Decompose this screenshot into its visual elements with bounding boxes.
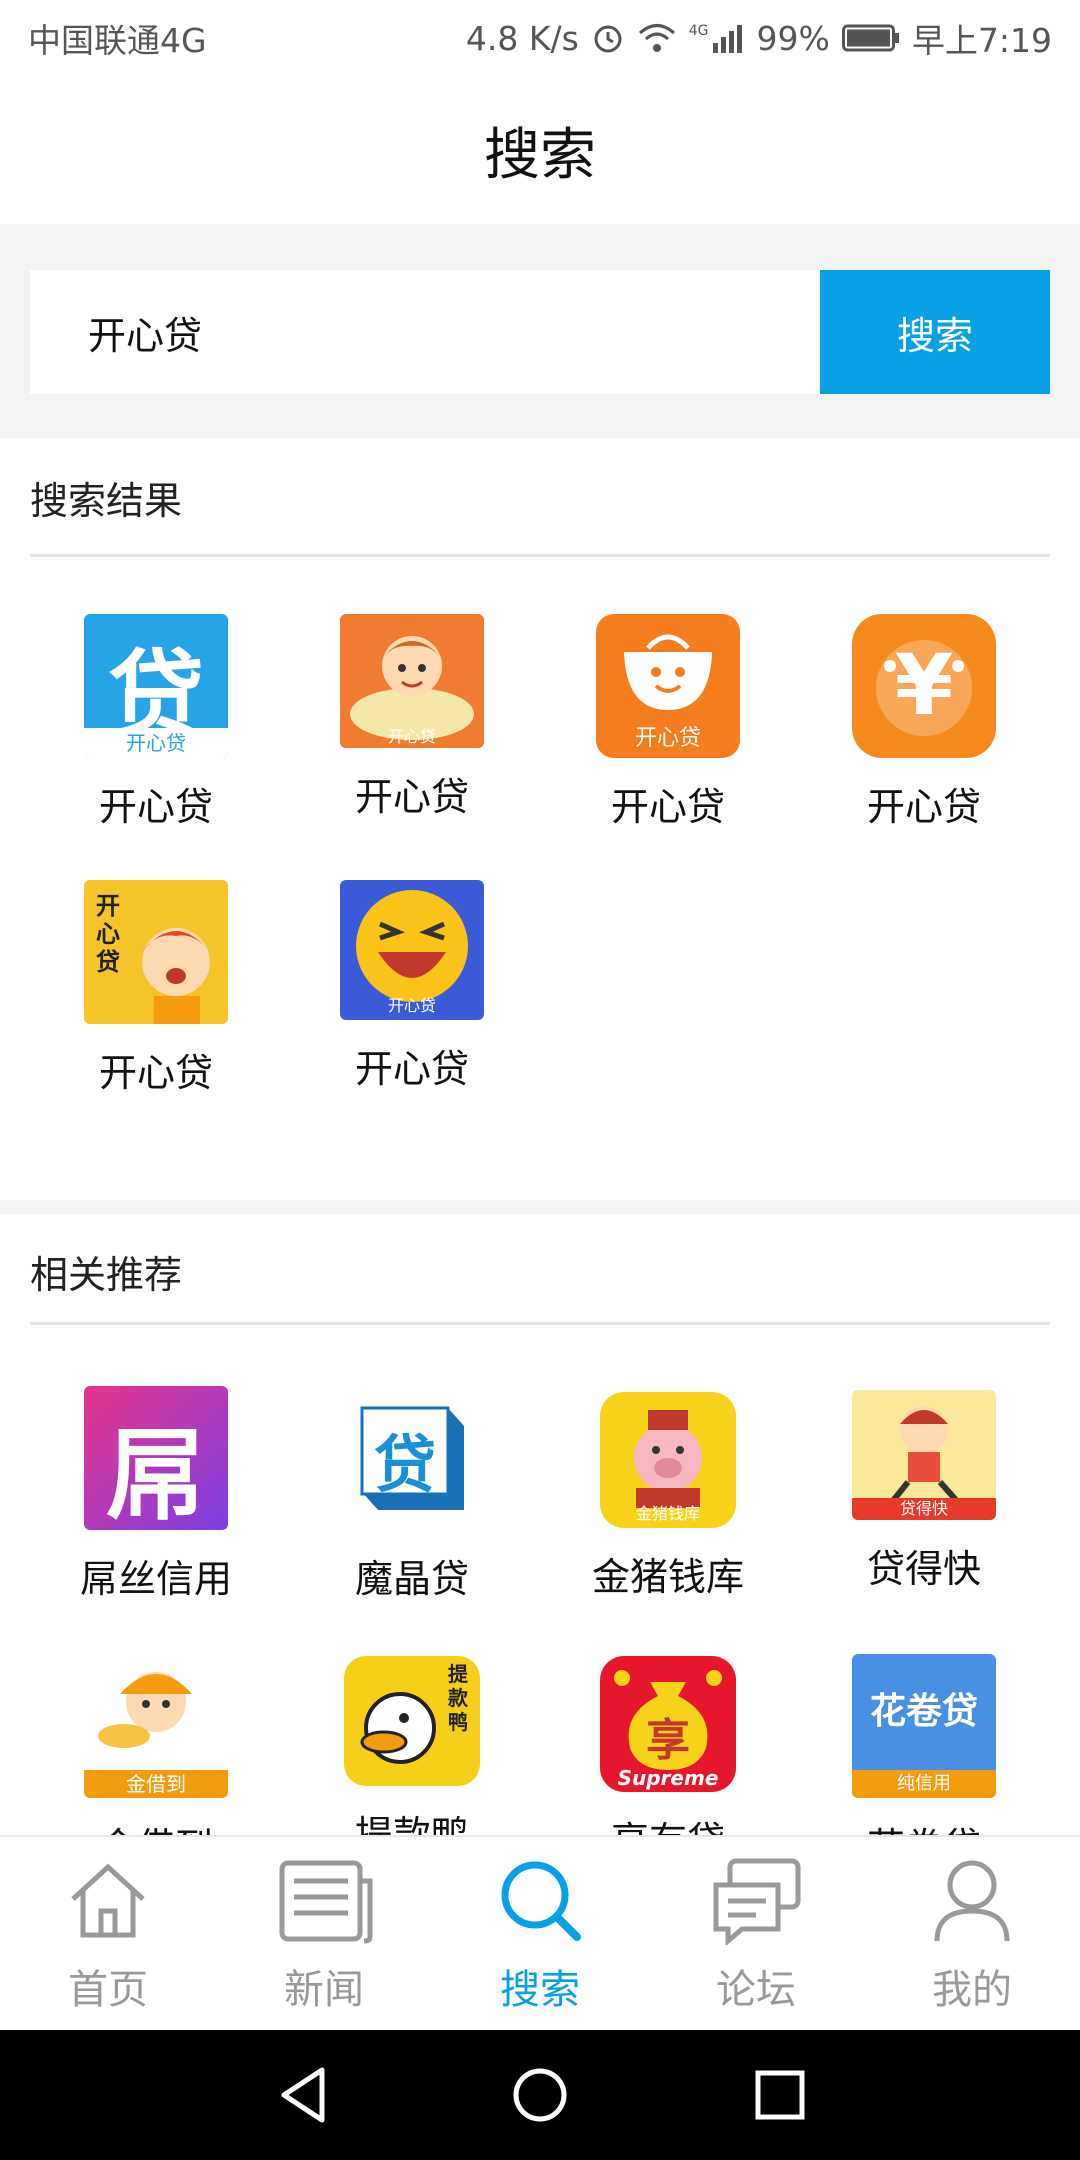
title-bar: 搜索 <box>0 76 1080 224</box>
tab-label: 我的 <box>932 1967 1012 2013</box>
status-bar: 中国联通4G 4.8 K/s 4G 99% 早上7:19 <box>0 0 1080 76</box>
home-circle-icon[interactable] <box>505 2060 575 2130</box>
tab-news[interactable]: 新闻 <box>216 1855 432 2015</box>
kaixin-dai-laughing-face-icon: 开心贷 <box>340 880 484 1020</box>
app-label: 贷得快 <box>866 1547 981 1591</box>
tab-label: 首页 <box>68 1967 148 2013</box>
app-item-result-1[interactable]: 贷 开心贷 开心贷 <box>56 614 256 831</box>
carrier-label: 中国联通4G <box>28 21 207 60</box>
app-label: 享有贷 <box>568 1810 768 1835</box>
divider <box>30 1322 1050 1325</box>
home-icon <box>71 1863 145 1938</box>
recommend-section: 相关推荐 屌 屌丝信用 贷 魔晶贷 金猪钱库 金猪钱库 贷得快 贷得快 金借到 … <box>0 1214 1080 1835</box>
network-speed: 4.8 K/s <box>465 18 579 58</box>
recents-icon[interactable] <box>745 2060 815 2130</box>
kaixin-dai-yen-face-icon: ¥ <box>852 614 996 758</box>
app-item-rec-2[interactable]: 贷 魔晶贷 <box>312 1386 512 1603</box>
app-label: 屌丝信用 <box>79 1557 232 1601</box>
app-item-rec-6[interactable]: 提款鸭 提款鸭 <box>312 1656 512 1835</box>
duck-icon: 提款鸭 <box>344 1656 480 1786</box>
page-title: 搜索 <box>484 122 596 188</box>
app-label: 开心贷 <box>98 1051 213 1095</box>
app-item-rec-8[interactable]: 花卷贷 纯信用 花卷贷 <box>824 1654 1024 1835</box>
search-area: 开心贷 搜索 <box>0 224 1080 438</box>
search-results-section: 搜索结果 贷 开心贷 开心贷 开心贷 开心贷 开心贷 开心贷 ¥ 开心贷 开心贷… <box>0 438 1080 1200</box>
app-label: 金猪钱库 <box>591 1555 744 1599</box>
app-label: 开心贷 <box>354 775 469 819</box>
search-input-value: 开心贷 <box>88 313 203 358</box>
divider <box>30 554 1050 557</box>
tab-home[interactable]: 首页 <box>0 1855 216 2015</box>
back-icon[interactable] <box>270 2060 340 2130</box>
app-label: 开心贷 <box>354 1047 469 1091</box>
kaixin-dai-cartoon-boy-icon: 开心贷 <box>340 614 484 748</box>
search-input[interactable]: 开心贷 <box>30 270 820 394</box>
signal-badge: 4G <box>688 23 709 39</box>
huajuan-dai-icon: 花卷贷 纯信用 <box>852 1654 996 1798</box>
wifi-icon <box>637 22 677 54</box>
forum-icon <box>713 1858 801 1947</box>
app-item-result-4[interactable]: ¥ 开心贷 <box>824 614 1024 831</box>
app-item-rec-1[interactable]: 屌 屌丝信用 <box>56 1386 256 1603</box>
app-label: 开心贷 <box>610 785 725 829</box>
kaixin-dai-yellow-girl-icon: 开心贷 <box>84 880 228 1024</box>
news-icon <box>279 1860 373 1944</box>
tab-profile[interactable]: 我的 <box>864 1855 1080 2015</box>
app-label: 金借到 <box>56 1816 256 1835</box>
money-bag-icon: 享 Supreme <box>600 1656 736 1792</box>
battery-icon <box>841 23 900 53</box>
tab-forum[interactable]: 论坛 <box>648 1855 864 2015</box>
app-item-rec-4[interactable]: 贷得快 贷得快 <box>824 1390 1024 1593</box>
status-indicators: 4.8 K/s 4G 99% 早上7:19 <box>466 14 1052 62</box>
app-item-result-6[interactable]: 开心贷 开心贷 <box>312 880 512 1093</box>
tab-label: 新闻 <box>284 1967 364 2013</box>
profile-icon <box>934 1860 1010 1942</box>
golden-pig-icon: 金猪钱库 <box>600 1392 736 1528</box>
app-item-rec-7[interactable]: 享 Supreme 享有贷 <box>568 1656 768 1835</box>
app-label: 魔晶贷 <box>354 1557 469 1601</box>
bottom-tab-bar: 首页 新闻 搜索 论坛 我的 <box>0 1835 1080 2032</box>
kaixin-dai-orange-bag-icon: 开心贷 <box>596 614 740 758</box>
battery-percent: 99% <box>756 18 830 58</box>
cell-signal-icon: 4G <box>689 23 745 53</box>
diaosi-credit-icon: 屌 <box>84 1386 228 1530</box>
app-item-result-3[interactable]: 开心贷 开心贷 <box>568 614 768 831</box>
tab-label: 搜索 <box>500 1967 580 2013</box>
running-girl-icon: 贷得快 <box>852 1390 996 1520</box>
search-button-label: 搜索 <box>896 313 973 358</box>
app-label: 花卷贷 <box>824 1816 1024 1835</box>
app-label: 提款鸭 <box>354 1813 469 1835</box>
gold-boy-icon: 金借到 <box>84 1654 228 1798</box>
app-item-result-2[interactable]: 开心贷 开心贷 <box>312 614 512 821</box>
tab-label: 论坛 <box>716 1967 796 2013</box>
app-label: 开心贷 <box>98 785 213 829</box>
mojing-dai-cube-icon: 贷 <box>340 1386 484 1530</box>
search-icon <box>501 1861 581 1941</box>
search-results-title: 搜索结果 <box>30 479 183 523</box>
recommend-title: 相关推荐 <box>30 1253 183 1297</box>
app-item-result-5[interactable]: 开心贷 开心贷 <box>56 880 256 1097</box>
app-item-rec-5[interactable]: 金借到 金借到 <box>56 1654 256 1835</box>
app-item-rec-3[interactable]: 金猪钱库 金猪钱库 <box>568 1392 768 1601</box>
system-nav-bar <box>0 2030 1080 2160</box>
alarm-icon <box>591 21 625 55</box>
kaixin-dai-blue-icon: 贷 开心贷 <box>84 614 228 758</box>
app-label: 开心贷 <box>866 785 981 829</box>
search-button[interactable]: 搜索 <box>820 270 1050 394</box>
tab-search[interactable]: 搜索 <box>432 1855 648 2015</box>
clock: 早上7:19 <box>911 21 1052 60</box>
